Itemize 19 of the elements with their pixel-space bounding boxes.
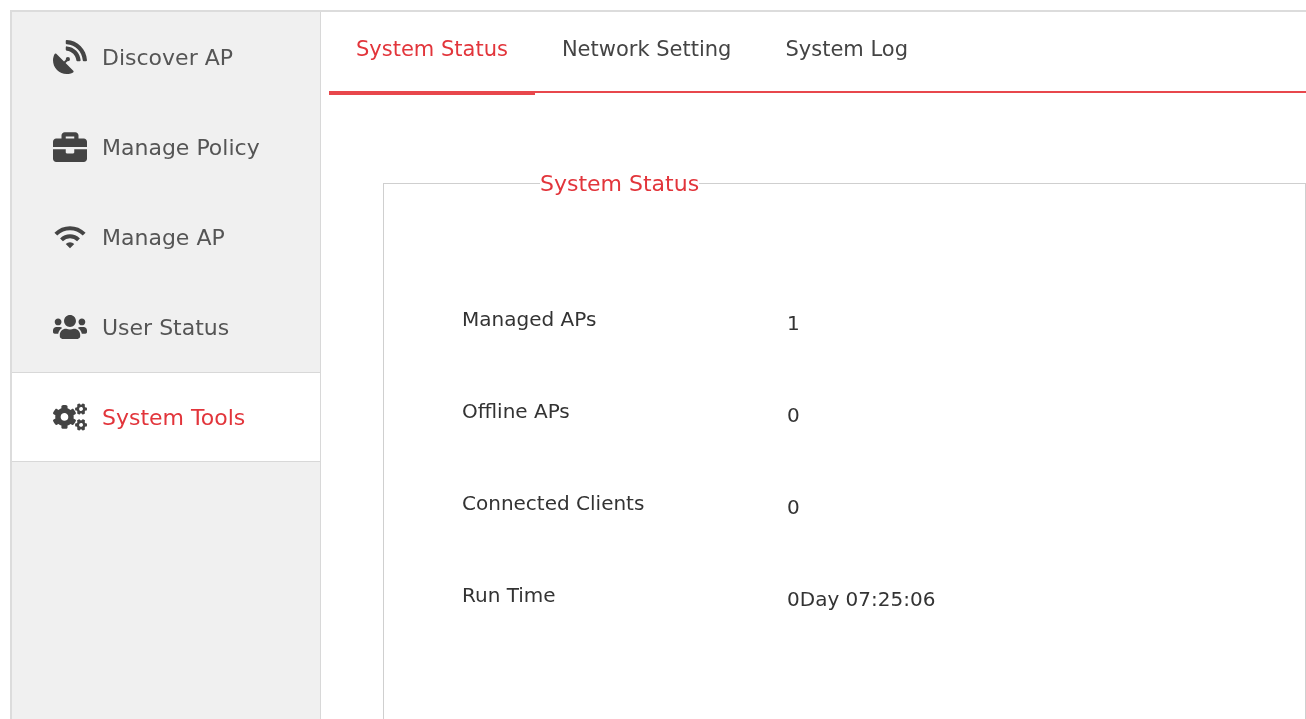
sidebar-item[interactable]: Manage AP bbox=[12, 192, 320, 282]
field-label: Connected Clients bbox=[462, 490, 646, 517]
panel-title: System Status bbox=[540, 171, 700, 196]
field-value: 0Day 07:25:06 bbox=[787, 586, 937, 612]
field-label: Run Time bbox=[462, 582, 557, 609]
sidebar-item[interactable]: Manage Policy bbox=[12, 102, 320, 192]
field-value: 0 bbox=[787, 494, 801, 520]
tab[interactable]: Network Setting bbox=[534, 12, 759, 95]
sidebar-item[interactable]: Discover AP bbox=[12, 12, 320, 102]
field-value: 0 bbox=[787, 402, 801, 428]
field-label: Managed APs bbox=[462, 306, 598, 333]
tab[interactable]: System Log bbox=[758, 12, 935, 95]
tab[interactable]: System Status bbox=[329, 12, 535, 95]
sidebar-item[interactable]: User Status bbox=[12, 282, 320, 372]
field-value: 1 bbox=[787, 310, 801, 336]
field-label: Offline APs bbox=[462, 398, 571, 425]
briefcase-icon bbox=[52, 130, 88, 164]
satellite-dish-icon bbox=[52, 40, 88, 74]
sidebar-item[interactable]: System Tools bbox=[12, 372, 320, 462]
